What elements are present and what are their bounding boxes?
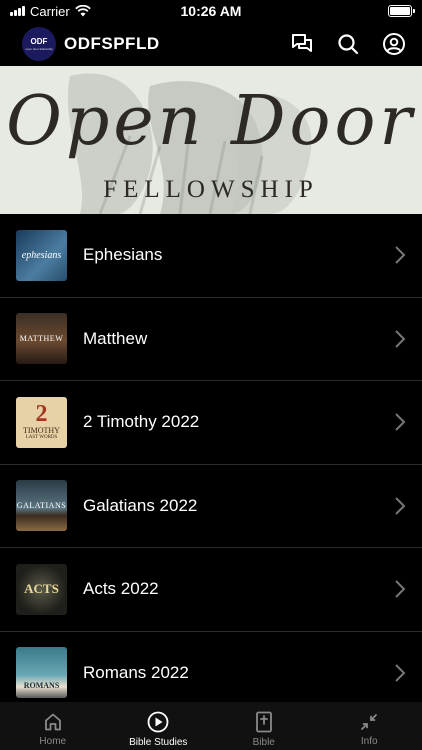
study-thumbnail: 2 TIMOTHY LAST WORDS	[16, 396, 67, 448]
study-thumbnail: ACTS	[16, 563, 67, 615]
account-icon[interactable]	[382, 32, 406, 56]
list-item[interactable]: GALATIANS Galatians 2022	[0, 465, 422, 548]
home-icon	[44, 713, 61, 730]
logo-text: ODF	[30, 36, 48, 46]
wifi-icon	[74, 5, 91, 17]
study-thumbnail: MATTHEW	[16, 313, 67, 365]
chevron-right-icon	[395, 330, 406, 348]
list-item[interactable]: ephesians Ephesians	[0, 214, 422, 298]
app-header: ODF open door fellowship ODFSPFLD	[0, 22, 422, 66]
tab-label: Bible Studies	[129, 736, 188, 748]
status-bar: Carrier 10:26 AM	[0, 0, 422, 22]
banner-subtitle: FELLOWSHIP	[103, 176, 319, 203]
study-thumbnail: ephesians	[16, 229, 67, 281]
chevron-right-icon	[395, 580, 406, 598]
clock: 10:26 AM	[180, 3, 242, 19]
battery-icon	[388, 5, 415, 17]
chat-icon[interactable]	[290, 32, 314, 56]
tab-label: Bible	[252, 736, 275, 748]
study-title: Ephesians	[83, 245, 163, 265]
tab-label: Home	[39, 735, 67, 747]
bible-icon	[255, 711, 272, 732]
app-logo[interactable]: ODF open door fellowship	[22, 27, 56, 61]
signal-icon	[10, 6, 25, 16]
chevron-right-icon	[395, 246, 406, 264]
banner: Open Door FELLOWSHIP	[0, 66, 422, 214]
banner-title: Open Door	[6, 82, 416, 161]
logo-subtext: open door fellowship	[25, 46, 53, 51]
carrier-label: Carrier	[30, 3, 70, 19]
tab-label: Info	[360, 735, 378, 747]
study-thumbnail: GALATIANS	[16, 480, 67, 532]
chevron-right-icon	[395, 413, 406, 431]
study-title: Galatians 2022	[83, 495, 198, 515]
search-icon[interactable]	[336, 32, 360, 56]
list-item[interactable]: ACTS Acts 2022	[0, 548, 422, 632]
app-title: ODFSPFLD	[64, 34, 160, 53]
study-title: Acts 2022	[83, 579, 159, 599]
study-thumbnail: ROMANS	[16, 647, 67, 699]
collapse-icon	[361, 713, 378, 730]
tab-bar: Home Bible Studies Bible Info	[0, 702, 422, 750]
study-list: ephesians Ephesians MATTHEW Matthew 2 TI…	[0, 214, 422, 715]
tab-bible[interactable]: Bible	[211, 702, 317, 750]
status-left: Carrier	[10, 4, 91, 19]
study-title: Matthew	[83, 328, 148, 348]
chevron-right-icon	[395, 497, 406, 515]
tab-info[interactable]: Info	[317, 702, 422, 750]
chevron-right-icon	[395, 664, 406, 682]
study-title: 2 Timothy 2022	[83, 412, 200, 432]
study-title: Romans 2022	[83, 662, 189, 682]
tab-bible-studies[interactable]: Bible Studies	[106, 702, 212, 750]
play-circle-icon	[147, 711, 169, 732]
list-item[interactable]: 2 TIMOTHY LAST WORDS 2 Timothy 2022	[0, 381, 422, 465]
tab-home[interactable]: Home	[0, 702, 106, 750]
list-item[interactable]: MATTHEW Matthew	[0, 298, 422, 381]
